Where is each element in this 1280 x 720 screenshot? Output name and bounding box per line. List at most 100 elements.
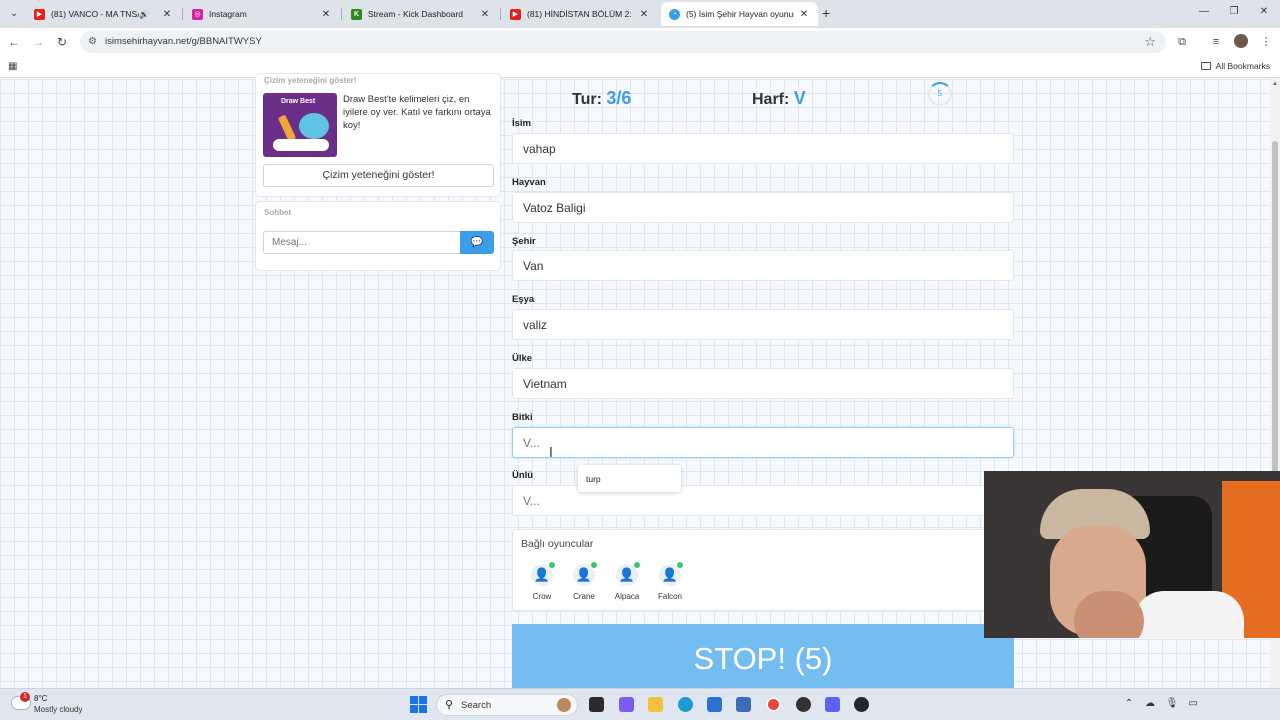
close-icon[interactable]: ✕	[320, 9, 332, 20]
field-isim[interactable]	[512, 133, 1014, 164]
chat-heading: Sohbet	[264, 208, 292, 217]
tab-title: Stream - Kick Dashboard	[368, 9, 463, 19]
address-bar[interactable]: ⚙ isimsehirhayvan.net/g/BBNAITWYSY ☆	[80, 31, 1166, 53]
field-esya[interactable]	[512, 309, 1014, 340]
apps-grid-icon[interactable]: ▦	[8, 61, 17, 72]
game-header: Tur: 3/6 Harf: V 5	[512, 80, 1014, 112]
field-label-sehir: Şehir	[512, 236, 536, 247]
tray-chevron-icon[interactable]: ⌃	[1122, 698, 1136, 709]
tab-title: (81) VANCO - MA TNSANI	[51, 9, 139, 19]
outlook-icon[interactable]	[736, 697, 751, 712]
image-base	[273, 139, 329, 151]
tab-youtube-vanco[interactable]: ▶ (81) VANCO - MA TNSANI 🔊 ✕	[26, 2, 181, 26]
field-sehir[interactable]	[512, 250, 1014, 281]
steam-icon[interactable]	[854, 697, 869, 712]
restore-icon[interactable]: ❐	[1226, 6, 1242, 17]
close-icon[interactable]: ✕	[798, 9, 810, 20]
display-icon[interactable]: ▭	[1186, 698, 1200, 709]
tab-separator	[182, 8, 183, 20]
windows-taskbar: 1 8°C Mostly cloudy ⚲ Search ⌃ ☁ 🎙 ▭	[0, 688, 1280, 720]
round-value: 3/6	[606, 88, 632, 108]
tab-kick-dashboard[interactable]: K Stream - Kick Dashboard ✕	[343, 2, 499, 26]
autocomplete-suggestion[interactable]: turp	[578, 465, 681, 492]
close-icon[interactable]: ✕	[161, 9, 173, 20]
field-label-isim: İsim	[512, 118, 532, 129]
close-window-icon[interactable]: ✕	[1256, 6, 1272, 17]
user-icon: 👤	[659, 562, 683, 586]
webcam-overlay	[984, 471, 1280, 638]
taskbar-search[interactable]: ⚲ Search	[436, 694, 578, 716]
all-bookmarks-label: All Bookmarks	[1215, 61, 1270, 71]
profile-avatar[interactable]	[1234, 34, 1248, 48]
speaker-icon[interactable]: 🔊	[139, 10, 149, 19]
online-dot	[634, 562, 640, 568]
draw-promo-button[interactable]: Çizim yeteneğini göster!	[263, 164, 494, 187]
discord-icon[interactable]	[825, 697, 840, 712]
minimize-icon[interactable]: —	[1196, 6, 1212, 17]
all-bookmarks[interactable]: All Bookmarks	[1200, 61, 1270, 71]
back-icon[interactable]: ←	[6, 34, 22, 50]
draw-best-image-title: Draw Best	[281, 98, 316, 105]
obs-icon[interactable]	[796, 697, 811, 712]
round-label: Tur:	[572, 91, 602, 108]
stop-button[interactable]: STOP! (5)	[512, 624, 1014, 692]
file-explorer-icon[interactable]	[648, 697, 663, 712]
site-info-icon[interactable]: ⚙	[88, 36, 97, 47]
scroll-up-icon[interactable]: ▲	[1272, 81, 1278, 87]
chrome-icon[interactable]	[766, 697, 781, 712]
field-ulke[interactable]	[512, 368, 1014, 399]
person-hand	[1074, 591, 1144, 638]
kick-icon: K	[351, 8, 362, 20]
user-icon: 👤	[616, 562, 640, 586]
draw-best-image[interactable]: Draw Best	[263, 93, 337, 157]
onedrive-icon[interactable]: ☁	[1143, 698, 1157, 709]
folder-icon	[1200, 62, 1211, 70]
field-label-bitki: Bitki	[512, 412, 533, 423]
player-name: Alpaca	[614, 592, 640, 601]
tab-youtube-hindistan[interactable]: ▶ (81) HİNDİSTAN BÖLÜM 2: VAR ✕	[502, 2, 658, 26]
field-bitki[interactable]	[512, 427, 1014, 458]
field-label-ulke: Ülke	[512, 353, 533, 364]
chat-message-input[interactable]	[263, 231, 460, 254]
weather-temperature[interactable]: 8°C	[34, 694, 47, 703]
tab-isim-sehir-hayvan[interactable]: ◔ (5) İsim Şehir Hayvan oyununa ✕	[661, 2, 818, 26]
chat-send-button[interactable]: 💬	[460, 231, 494, 254]
bookmarks-bar: ▦ All Bookmarks	[0, 56, 1280, 78]
tab-instagram[interactable]: ◎ Instagram ✕	[184, 2, 340, 26]
player-name: Crow	[532, 592, 552, 601]
edge-icon[interactable]	[678, 697, 693, 712]
pencil-icon	[277, 114, 297, 142]
bookmark-star-icon[interactable]: ☆	[1144, 34, 1156, 50]
forward-icon[interactable]: →	[30, 34, 46, 50]
tab-title: (5) İsim Şehir Hayvan oyununa	[686, 9, 794, 19]
paint-blob-icon	[299, 113, 329, 139]
player-crane: 👤 Crane	[564, 562, 604, 601]
field-label-hayvan: Hayvan	[512, 177, 546, 188]
copilot-icon[interactable]	[619, 697, 634, 712]
search-label: Search	[461, 700, 492, 711]
player-falcon: 👤 Falcon	[650, 562, 690, 601]
field-hayvan[interactable]	[512, 192, 1014, 223]
instagram-icon: ◎	[192, 8, 203, 20]
draw-promo-description: Draw Best'te kelimeleri çiz, en iyilere …	[343, 94, 491, 131]
tab-separator	[341, 8, 342, 20]
microphone-icon[interactable]: 🎙	[1165, 698, 1179, 709]
url-text[interactable]: isimsehirhayvan.net/g/BBNAITWYSY	[105, 36, 262, 47]
new-tab-icon[interactable]: +	[822, 6, 836, 20]
speech-bubble-icon: 💬	[470, 237, 484, 248]
online-dot	[591, 562, 597, 568]
game-icon: ◔	[669, 8, 680, 20]
store-icon[interactable]	[707, 697, 722, 712]
user-icon: 👤	[531, 562, 555, 586]
task-view-icon[interactable]	[589, 697, 604, 712]
menu-kebab-icon[interactable]: ⋮	[1258, 34, 1274, 50]
media-controls-icon[interactable]: ≡	[1208, 34, 1224, 50]
extensions-icon[interactable]: ⧉	[1174, 34, 1190, 50]
letter-indicator: Harf: V	[752, 88, 806, 109]
close-icon[interactable]: ✕	[479, 9, 491, 20]
reload-icon[interactable]: ↻	[54, 34, 70, 50]
weather-description[interactable]: Mostly cloudy	[34, 705, 82, 714]
windows-start-icon[interactable]	[410, 696, 427, 713]
tab-search-icon[interactable]: ⌄	[6, 6, 22, 22]
close-icon[interactable]: ✕	[638, 9, 650, 20]
